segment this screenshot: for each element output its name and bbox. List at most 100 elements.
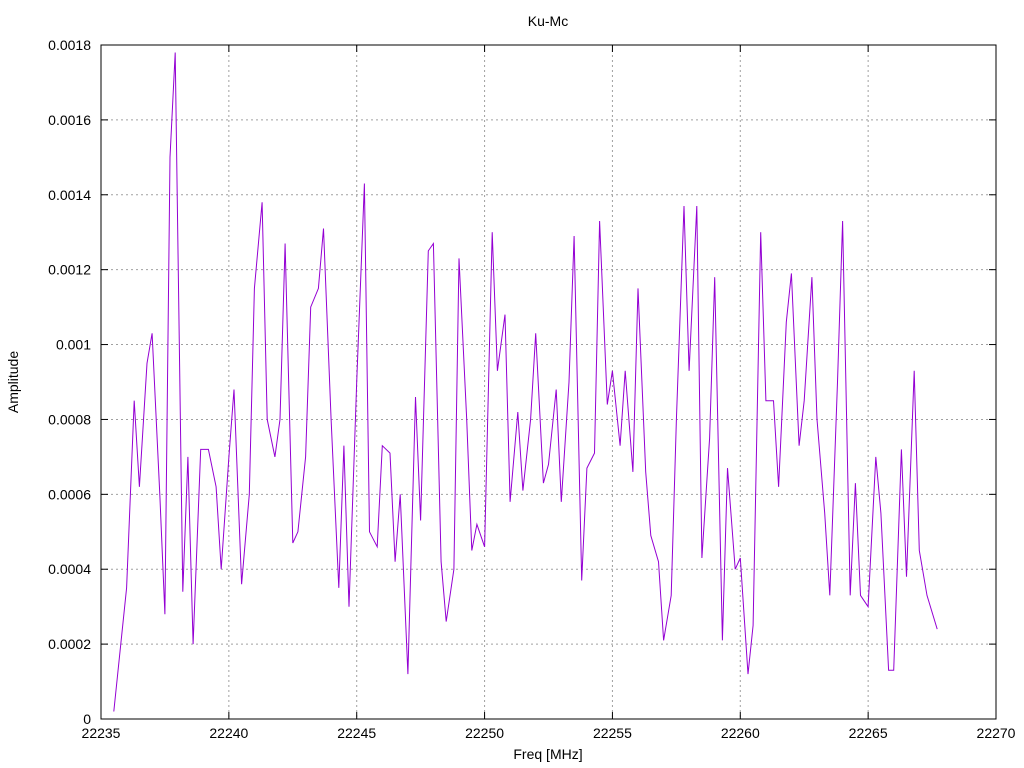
data-point: [735, 569, 736, 570]
data-point: [683, 205, 684, 206]
data-point: [274, 456, 275, 457]
data-point: [543, 483, 544, 484]
data-point: [663, 640, 664, 641]
data-point: [139, 486, 140, 487]
data-point: [279, 419, 280, 420]
chart-title: Ku-Mc: [528, 13, 568, 29]
data-point: [233, 389, 234, 390]
data-point: [126, 587, 127, 588]
data-point: [632, 471, 633, 472]
data-point: [241, 584, 242, 585]
data-point: [254, 288, 255, 289]
data-point: [215, 486, 216, 487]
data-point: [919, 550, 920, 551]
data-point: [297, 531, 298, 532]
series-line: [113, 52, 938, 712]
y-tick-label: 0.0002: [48, 636, 91, 652]
data-point: [548, 464, 549, 465]
data-point: [671, 595, 672, 596]
data-point: [829, 595, 830, 596]
data-point: [221, 569, 222, 570]
data-point: [760, 232, 761, 233]
data-point: [914, 370, 915, 371]
data-point: [937, 629, 938, 630]
y-tick-label: 0: [83, 711, 91, 727]
data-point: [906, 576, 907, 577]
data-point: [292, 542, 293, 543]
data-point: [305, 456, 306, 457]
data-point: [262, 202, 263, 203]
y-tick-label: 0.0004: [48, 561, 91, 577]
data-point: [356, 381, 357, 382]
data-point: [893, 670, 894, 671]
y-tick-label: 0.0016: [48, 112, 91, 128]
line-chart: 22235 22240 22245 22250 22255 22260 22265 22270…: [5, 13, 1016, 762]
chart-container: 22235 22240 22245 22250 22255 22260 22265 22270…: [0, 0, 1024, 768]
x-tick-label: 22240: [209, 725, 248, 741]
data-point: [471, 550, 472, 551]
data-point: [476, 524, 477, 525]
data-point: [175, 52, 176, 53]
plot-frame: [100, 44, 997, 720]
data-point: [868, 606, 869, 607]
data-point: [415, 396, 416, 397]
data-point: [778, 486, 779, 487]
x-tick-label: 22255: [593, 725, 632, 741]
data-point: [497, 370, 498, 371]
data-point: [842, 220, 843, 221]
x-tick-labels: 22235 22240 22245 22250 22255 22260 22265 22270: [82, 725, 1016, 741]
data-point: [701, 557, 702, 558]
data-point: [727, 468, 728, 469]
data-point: [433, 243, 434, 244]
x-tick-label: 22235: [82, 725, 121, 741]
data-point: [169, 157, 170, 158]
data-point: [453, 569, 454, 570]
data-point: [530, 419, 531, 420]
data-point: [394, 561, 395, 562]
data-point: [331, 419, 332, 420]
x-tick-label: 22260: [721, 725, 760, 741]
data-point: [152, 333, 153, 334]
data-point: [348, 606, 349, 607]
data-point: [612, 370, 613, 371]
data-point: [855, 483, 856, 484]
data-point: [581, 580, 582, 581]
x-axis-label: Freq [MHz]: [513, 746, 582, 762]
data-point: [901, 449, 902, 450]
y-tick-label: 0.0018: [48, 37, 91, 53]
y-tick-label: 0.0014: [48, 187, 91, 203]
data-point: [875, 456, 876, 457]
data-point: [926, 595, 927, 596]
data-point: [458, 258, 459, 259]
data-point: [400, 494, 401, 495]
x-tick-label: 22265: [849, 725, 888, 741]
data-point: [510, 501, 511, 502]
data-point: [747, 673, 748, 674]
data-point: [816, 419, 817, 420]
data-point: [586, 468, 587, 469]
data-point: [650, 535, 651, 536]
data-point: [535, 333, 536, 334]
data-point: [420, 520, 421, 521]
data-point: [310, 307, 311, 308]
data-point: [285, 243, 286, 244]
data-point: [208, 449, 209, 450]
data-point: [466, 419, 467, 420]
data-point: [323, 228, 324, 229]
data-point: [786, 321, 787, 322]
data-point: [880, 512, 881, 513]
data-point: [364, 183, 365, 184]
data-point: [791, 273, 792, 274]
data-point: [228, 456, 229, 457]
data-point: [607, 404, 608, 405]
data-point: [338, 587, 339, 588]
data-point: [192, 644, 193, 645]
data-point: [860, 595, 861, 596]
data-point: [888, 670, 889, 671]
y-tick-labels: 0 0.0002 0.0004 0.0006 0.0008 0.001 0.0012 0.00…: [48, 37, 91, 727]
data-point: [164, 614, 165, 615]
data-point: [441, 561, 442, 562]
data-point: [504, 314, 505, 315]
y-tick-label: 0.0006: [48, 486, 91, 502]
data-point: [620, 445, 621, 446]
